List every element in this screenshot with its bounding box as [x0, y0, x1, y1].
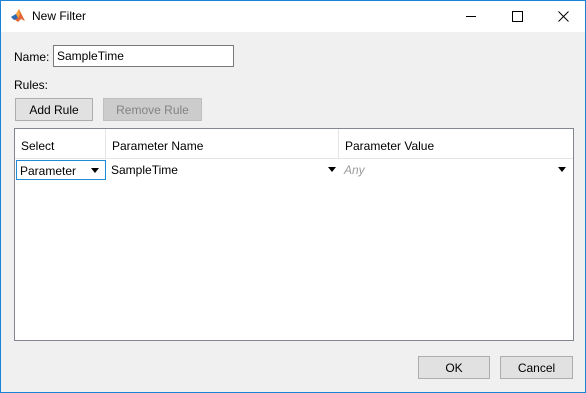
rules-label: Rules: [14, 78, 49, 92]
maximize-icon [511, 11, 523, 22]
add-rule-button[interactable]: Add Rule [15, 98, 93, 121]
remove-rule-button[interactable]: Remove Rule [103, 98, 202, 121]
select-dropdown[interactable]: Parameter [16, 160, 106, 180]
minimize-icon [465, 11, 477, 22]
title-bar[interactable]: New Filter [1, 1, 585, 32]
column-header-parameter-name[interactable]: Parameter Name [106, 129, 339, 158]
table-row: Parameter SampleTime Any [15, 158, 573, 181]
parameter-name-value: SampleTime [111, 163, 178, 177]
parameter-value-placeholder: Any [344, 163, 365, 177]
new-filter-dialog: New Filter Name: Rules: Add Rule Remove … [0, 0, 586, 393]
maximize-button[interactable] [494, 1, 540, 32]
cancel-button[interactable]: Cancel [500, 356, 573, 379]
chevron-down-icon [558, 167, 566, 172]
matlab-icon [10, 8, 26, 24]
chevron-down-icon [328, 167, 336, 172]
window-title: New Filter [32, 9, 87, 23]
close-button[interactable] [540, 1, 586, 32]
name-field[interactable] [53, 45, 234, 67]
chevron-down-icon [91, 168, 99, 173]
close-icon [557, 11, 569, 22]
parameter-value-dropdown[interactable]: Any [340, 159, 572, 182]
parameter-name-dropdown[interactable]: SampleTime [107, 159, 340, 182]
name-label: Name: [14, 50, 50, 64]
ok-button[interactable]: OK [418, 356, 490, 379]
column-header-select[interactable]: Select [15, 129, 106, 158]
select-value: Parameter [20, 164, 77, 178]
column-header-parameter-value[interactable]: Parameter Value [339, 129, 571, 158]
rules-table: Select Parameter Name Parameter Value Pa… [14, 128, 574, 341]
minimize-button[interactable] [448, 1, 494, 32]
